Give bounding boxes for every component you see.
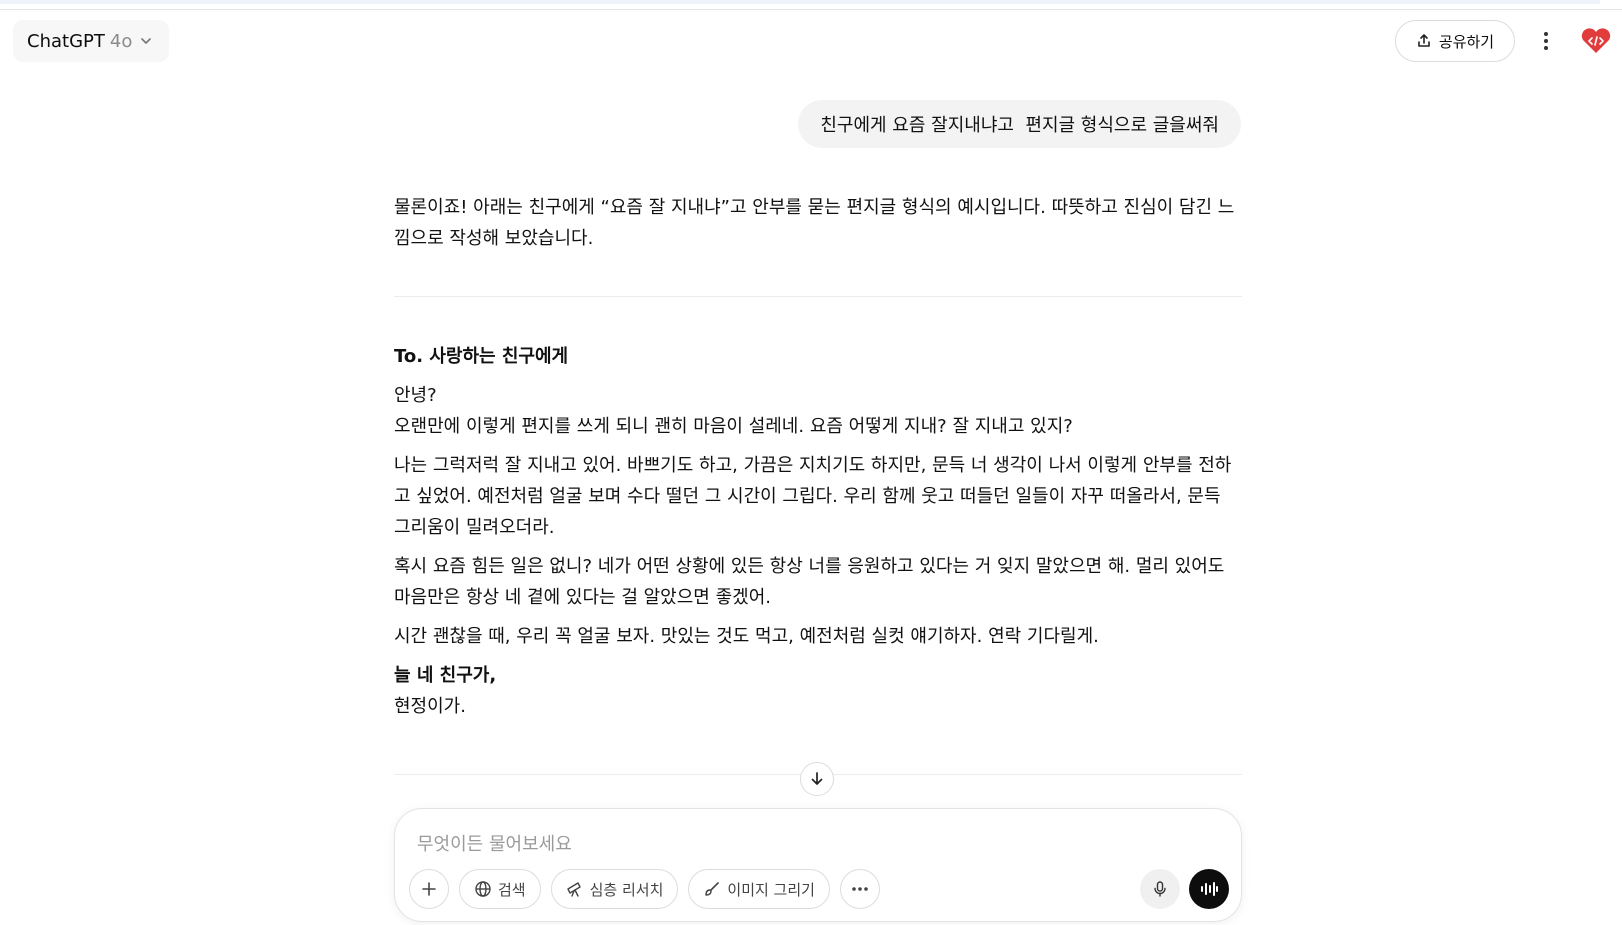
model-version: 4o [109, 30, 133, 52]
arrow-down-icon [811, 772, 823, 785]
search-tool-button[interactable]: 검색 [459, 869, 541, 909]
letter-closing: 늘 네 친구가, [394, 665, 497, 686]
letter-signature: 현정이가. [394, 696, 466, 717]
composer-tools: 검색 심층 리서치 이미지 그리기 [409, 869, 880, 909]
share-button[interactable]: 공유하기 [1395, 20, 1515, 62]
more-options-button[interactable] [1528, 22, 1564, 60]
letter-body: To. 사랑하는 친구에게 안녕? 오랜만에 이렇게 편지를 쓰게 되니 괜히 … [394, 341, 1242, 722]
voice-wave-icon [1201, 882, 1218, 896]
message-composer: 검색 심층 리서치 이미지 그리기 [394, 808, 1242, 922]
assistant-response: 물론이죠! 아래는 친구에게 “요즘 잘 지내냐”고 안부를 묻는 편지글 형식… [394, 192, 1242, 722]
scroll-to-bottom-button[interactable] [800, 762, 834, 796]
deep-research-label: 심층 리서치 [589, 880, 664, 899]
divider [394, 296, 1242, 297]
code-extension-icon[interactable] [1578, 24, 1614, 58]
chevron-down-icon [141, 38, 152, 44]
browser-top-strip [0, 0, 1622, 10]
letter-paragraph: 시간 괜찮을 때, 우리 꼭 얼굴 보자. 맛있는 것도 먹고, 예전처럼 실컷… [394, 626, 1099, 647]
share-label: 공유하기 [1438, 32, 1495, 51]
globe-icon [475, 881, 491, 897]
search-tool-label: 검색 [498, 880, 526, 899]
upload-icon [1418, 34, 1430, 47]
letter-paragraph: 오랜만에 이렇게 편지를 쓰게 되니 괜히 마음이 설레네. 요즘 어떻게 지내… [394, 416, 1073, 437]
dictation-button[interactable] [1140, 869, 1180, 909]
letter-paragraph: 혹시 요즘 힘든 일은 없니? 네가 어떤 상황에 있든 항상 너를 응원하고 … [394, 556, 1225, 608]
add-attachment-button[interactable] [409, 869, 449, 909]
assistant-intro: 물론이죠! 아래는 친구에게 “요즘 잘 지내냐”고 안부를 묻는 편지글 형식… [394, 197, 1235, 249]
model-selector-button[interactable]: ChatGPT 4o [13, 20, 169, 62]
more-tools-button[interactable] [839, 869, 880, 909]
image-tool-label: 이미지 그리기 [727, 880, 815, 899]
microphone-icon [1154, 881, 1166, 897]
more-horizontal-icon [852, 887, 868, 891]
letter-title: To. 사랑하는 친구에게 [394, 346, 569, 367]
telescope-icon [566, 882, 581, 897]
plus-icon [422, 882, 436, 896]
voice-mode-button[interactable] [1189, 869, 1229, 909]
more-vertical-icon [1544, 32, 1548, 50]
letter-paragraph: 나는 그럭저럭 잘 지내고 있어. 바쁘기도 하고, 가끔은 지치기도 하지만,… [394, 455, 1232, 538]
letter-greeting: 안녕? [394, 385, 437, 406]
user-message-bubble: 친구에게 요즘 잘지내냐고 편지글 형식으로 글을써줘 [798, 100, 1241, 148]
model-name: ChatGPT [27, 30, 105, 52]
message-input[interactable] [417, 829, 1117, 859]
brush-icon [705, 882, 720, 896]
image-tool-button[interactable]: 이미지 그리기 [688, 869, 830, 909]
deep-research-button[interactable]: 심층 리서치 [550, 869, 679, 909]
